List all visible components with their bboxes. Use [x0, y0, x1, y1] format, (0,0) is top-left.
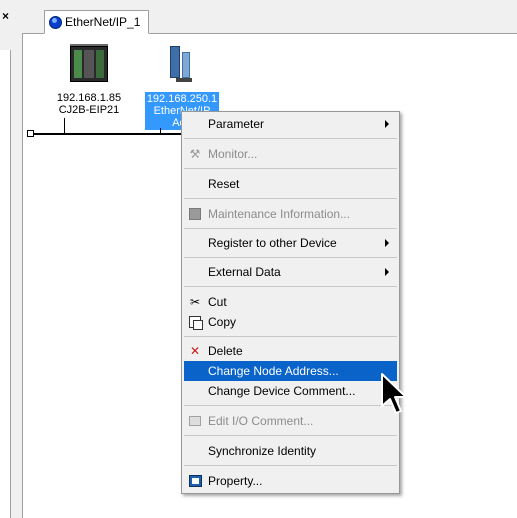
device-model: CJ2B-EIP21	[58, 104, 120, 116]
tab-strip: EtherNet/IP_1	[22, 10, 517, 34]
menu-separator	[184, 257, 397, 258]
menu-item-delete[interactable]: ✕ Delete	[184, 341, 397, 361]
close-icon[interactable]: ×	[2, 10, 14, 22]
context-menu: Parameter ⚒ Monitor... Reset Maintenance…	[181, 111, 400, 494]
menu-item-change-node-address[interactable]: Change Node Address...	[184, 361, 397, 381]
maintenance-icon	[188, 207, 202, 221]
menu-item-maintenance[interactable]: Maintenance Information...	[184, 204, 397, 224]
adapter-icon	[162, 44, 202, 84]
menu-separator	[184, 336, 397, 337]
menu-separator	[184, 435, 397, 436]
mouse-pointer-icon	[381, 373, 407, 414]
copy-icon	[188, 315, 203, 330]
menu-item-reset[interactable]: Reset	[184, 174, 397, 194]
menu-separator	[184, 405, 397, 406]
network-globe-icon	[49, 16, 62, 29]
bus-terminator[interactable]	[27, 130, 34, 137]
menu-item-register[interactable]: Register to other Device	[184, 233, 397, 253]
plc-icon	[66, 44, 112, 84]
menu-separator	[184, 168, 397, 169]
left-pane: ×	[0, 0, 22, 518]
menu-item-parameter[interactable]: Parameter	[184, 114, 397, 134]
menu-item-cut[interactable]: ✂ Cut	[184, 292, 397, 312]
menu-item-monitor[interactable]: ⚒ Monitor...	[184, 144, 397, 164]
menu-item-property[interactable]: Property...	[184, 471, 397, 491]
menu-item-change-device-comment[interactable]: Change Device Comment...	[184, 381, 397, 401]
menu-separator	[184, 198, 397, 199]
menu-separator	[184, 286, 397, 287]
menu-separator	[184, 138, 397, 139]
submenu-arrow-icon	[385, 120, 389, 128]
edit-comment-icon	[188, 414, 202, 428]
submenu-arrow-icon	[385, 239, 389, 247]
scissors-icon: ✂	[189, 295, 201, 309]
device-plc[interactable]: 192.168.1.85 CJ2B-EIP21	[54, 44, 124, 116]
menu-separator	[184, 228, 397, 229]
delete-x-icon: ✕	[189, 344, 201, 358]
menu-item-edit-io-comment[interactable]: Edit I/O Comment...	[184, 411, 397, 431]
tab-ethernet-ip-1[interactable]: EtherNet/IP_1	[44, 10, 150, 34]
tab-label: EtherNet/IP_1	[65, 15, 141, 29]
device-address: 192.168.1.85	[56, 92, 122, 104]
menu-item-external-data[interactable]: External Data	[184, 262, 397, 282]
left-pane-content	[0, 50, 11, 518]
menu-separator	[184, 465, 397, 466]
bus-drop-line	[64, 118, 65, 134]
property-icon	[188, 474, 202, 488]
menu-item-synchronize-identity[interactable]: Synchronize Identity	[184, 441, 397, 461]
bus-drop-line	[160, 128, 161, 134]
submenu-arrow-icon	[385, 268, 389, 276]
monitor-icon: ⚒	[189, 147, 201, 161]
menu-item-copy[interactable]: Copy	[184, 312, 397, 332]
